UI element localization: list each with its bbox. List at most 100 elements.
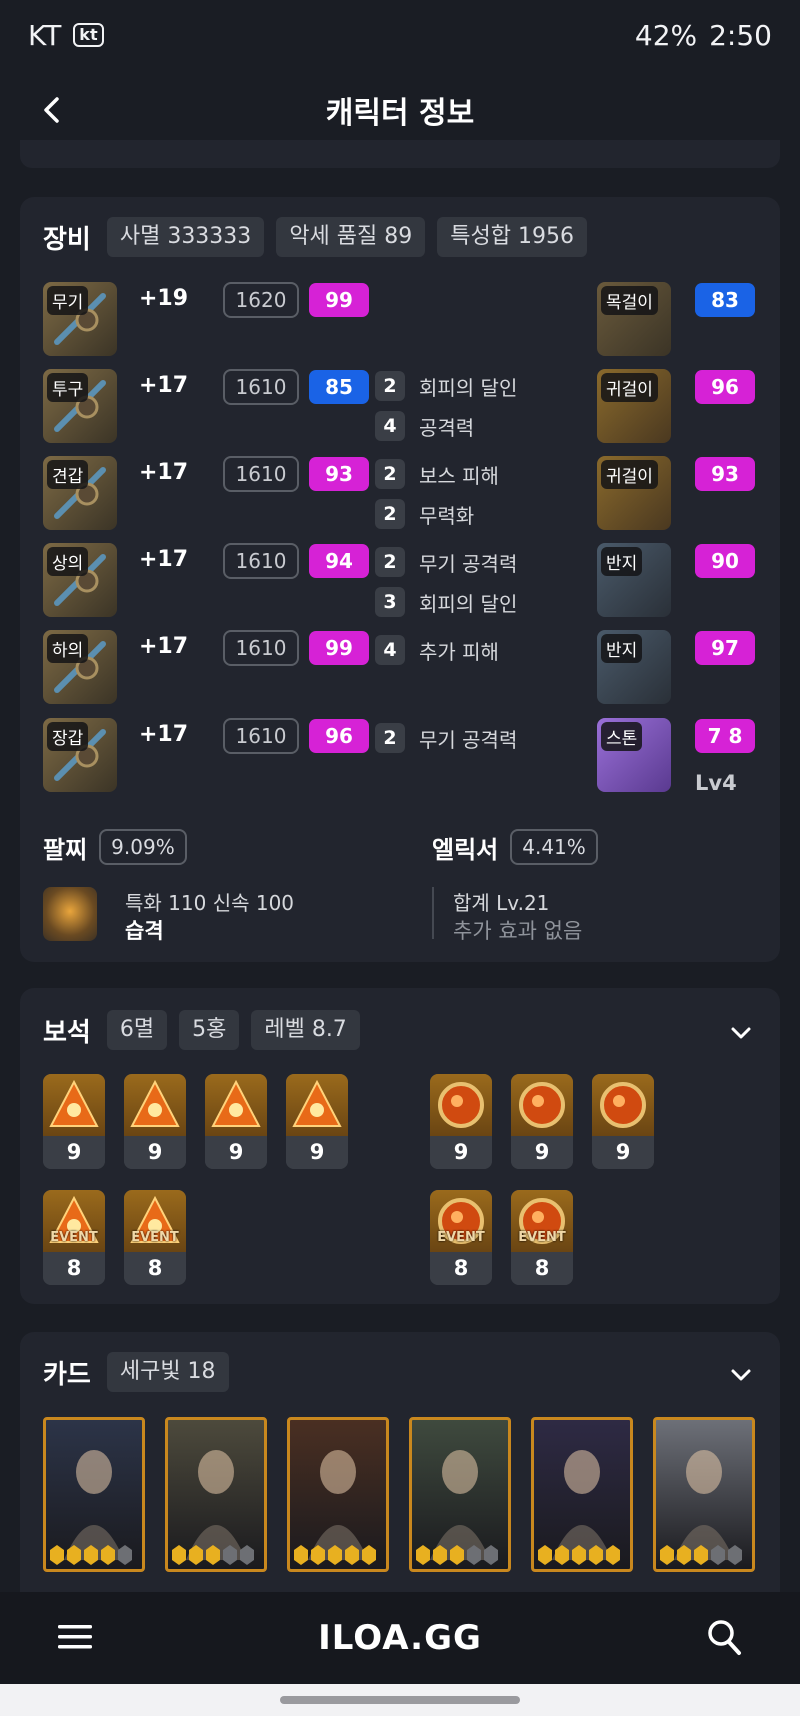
awaken-gem-icon	[467, 1545, 481, 1565]
bracelet-effect: 습격	[125, 919, 164, 943]
accessory-icon[interactable]: 귀걸이	[597, 369, 671, 443]
gem-slot[interactable]: 9	[205, 1074, 267, 1169]
card-item[interactable]	[165, 1417, 267, 1572]
awaken-gem-icon	[711, 1545, 725, 1565]
awaken-gem-icon	[172, 1545, 186, 1565]
awaken-gem-icon	[101, 1545, 115, 1565]
equipment-title: 장비	[43, 224, 91, 255]
awaken-indicator	[172, 1545, 254, 1565]
bracelet-icon[interactable]	[43, 887, 97, 941]
card-item[interactable]	[531, 1417, 633, 1572]
gem-slot[interactable]: EVENT 8	[511, 1190, 573, 1285]
gems-chip: 레벨 8.7	[251, 1010, 360, 1050]
item-level: 1610	[223, 456, 299, 492]
gem-slot[interactable]: EVENT 8	[430, 1190, 492, 1285]
cards-section: 카드 세구빛 18	[20, 1332, 780, 1592]
item-level: 1610	[223, 718, 299, 754]
clock: 2:50	[709, 18, 772, 52]
awaken-gem-icon	[50, 1545, 64, 1565]
accessory-icon[interactable]: 반지	[597, 543, 671, 617]
gem-level: 9	[430, 1136, 492, 1169]
card-item[interactable]	[653, 1417, 755, 1572]
event-tag: EVENT	[131, 1230, 179, 1245]
equipment-icon[interactable]: 상의	[43, 543, 117, 617]
previous-section-edge	[20, 140, 780, 168]
awaken-gem-icon	[206, 1545, 220, 1565]
awaken-gem-icon	[311, 1545, 325, 1565]
quality-badge: 85	[309, 370, 369, 404]
accessory-slot-label: 목걸이	[601, 286, 658, 315]
engraving-level: 4	[375, 411, 405, 441]
equipment-icon[interactable]: 견갑	[43, 456, 117, 530]
engraving-line: 2 무력화	[375, 499, 474, 529]
accessory-icon[interactable]: 반지	[597, 630, 671, 704]
event-tag: EVENT	[518, 1230, 566, 1245]
equipment-icon[interactable]: 투구	[43, 369, 117, 443]
equipment-icon[interactable]: 무기	[43, 282, 117, 356]
engraving-level: 2	[375, 547, 405, 577]
gem-level: 8	[43, 1252, 105, 1285]
accessory-slot-label: 귀걸이	[601, 373, 658, 402]
upgrade-level: +17	[139, 722, 189, 747]
awaken-gem-icon	[555, 1545, 569, 1565]
awaken-gem-icon	[189, 1545, 203, 1565]
awaken-gem-icon	[572, 1545, 586, 1565]
engraving-line: 2 보스 피해	[375, 459, 499, 489]
search-icon[interactable]	[706, 1618, 742, 1656]
engraving-line: 3 회피의 달인	[375, 587, 517, 617]
item-level: 1610	[223, 543, 299, 579]
accessory-slot-label: 반지	[601, 547, 643, 576]
engraving-line: 2 무기 공격력	[375, 547, 517, 577]
back-button[interactable]	[30, 88, 74, 132]
bottom-nav: ILOA.GG	[0, 1592, 800, 1684]
chevron-down-icon[interactable]	[726, 1360, 756, 1390]
home-indicator[interactable]	[280, 1696, 520, 1704]
equipment-slot-label: 상의	[47, 547, 89, 576]
chevron-down-icon[interactable]	[726, 1018, 756, 1048]
equipment-slot-label: 장갑	[47, 722, 89, 751]
bracelet-percent: 9.09%	[99, 829, 187, 865]
engraving-level: 3	[375, 587, 405, 617]
equipment-icon[interactable]: 장갑	[43, 718, 117, 792]
elixir-sum: 합계 Lv.21	[453, 891, 550, 915]
gem-slot[interactable]: 9	[511, 1074, 573, 1169]
gem-slot[interactable]: 9	[430, 1074, 492, 1169]
gem-level: 8	[430, 1252, 492, 1285]
elixir-effect: 추가 효과 없음	[453, 919, 583, 943]
cards-title: 카드	[43, 1359, 91, 1390]
brand-logo[interactable]: ILOA.GG	[0, 1618, 800, 1658]
gem-slot[interactable]: 9	[592, 1074, 654, 1169]
gem-slot[interactable]: EVENT 8	[124, 1190, 186, 1285]
awaken-gem-icon	[433, 1545, 447, 1565]
accessory-icon[interactable]: 스톤	[597, 718, 671, 792]
status-bar: KT kt 42% 2:50	[0, 0, 800, 70]
engraving-level: 2	[375, 459, 405, 489]
upgrade-level: +17	[139, 634, 189, 659]
accessory-icon[interactable]: 목걸이	[597, 282, 671, 356]
awaken-gem-icon	[450, 1545, 464, 1565]
accessory-icon[interactable]: 귀걸이	[597, 456, 671, 530]
equipment-icon[interactable]: 하의	[43, 630, 117, 704]
equipment-header: 장비 사멸 333333 악세 품질 89 특성합 1956	[43, 217, 587, 257]
gem-slot[interactable]: 9	[43, 1074, 105, 1169]
card-item[interactable]	[287, 1417, 389, 1572]
gem-icon	[205, 1074, 267, 1136]
gem-level: 9	[592, 1136, 654, 1169]
awaken-indicator	[294, 1545, 376, 1565]
awaken-gem-icon	[538, 1545, 552, 1565]
item-level: 1610	[223, 369, 299, 405]
chevron-left-icon	[44, 97, 59, 123]
gem-slot[interactable]: 9	[124, 1074, 186, 1169]
card-item[interactable]	[409, 1417, 511, 1572]
elixir-percent: 4.41%	[510, 829, 598, 865]
upgrade-level: +17	[139, 373, 189, 398]
status-right: 42% 2:50	[635, 19, 772, 52]
engraving-name: 무기 공격력	[419, 551, 518, 576]
gem-slot[interactable]: 9	[286, 1074, 348, 1169]
engraving-name: 추가 피해	[419, 639, 499, 664]
gem-slot[interactable]: EVENT 8	[43, 1190, 105, 1285]
engraving-line: 4 공격력	[375, 411, 474, 441]
awaken-gem-icon	[84, 1545, 98, 1565]
cards-header: 카드 세구빛 18	[43, 1352, 229, 1392]
card-item[interactable]	[43, 1417, 145, 1572]
